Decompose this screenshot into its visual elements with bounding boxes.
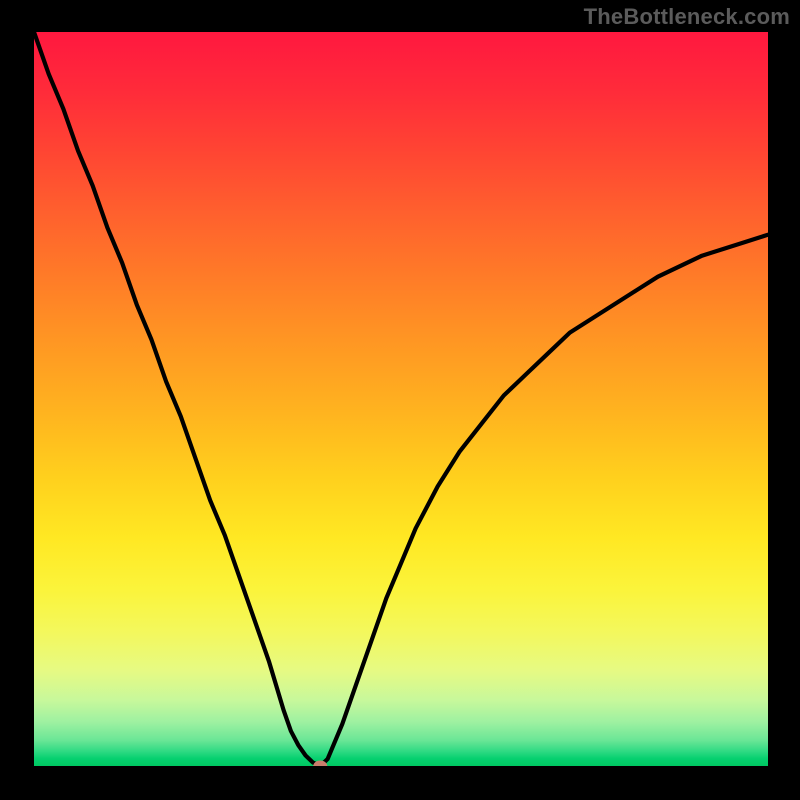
watermark-text: TheBottleneck.com [584,4,790,30]
bottleneck-curve [34,32,768,766]
chart-frame: TheBottleneck.com [0,0,800,800]
plot-area [34,32,768,766]
curve-svg [34,32,768,766]
